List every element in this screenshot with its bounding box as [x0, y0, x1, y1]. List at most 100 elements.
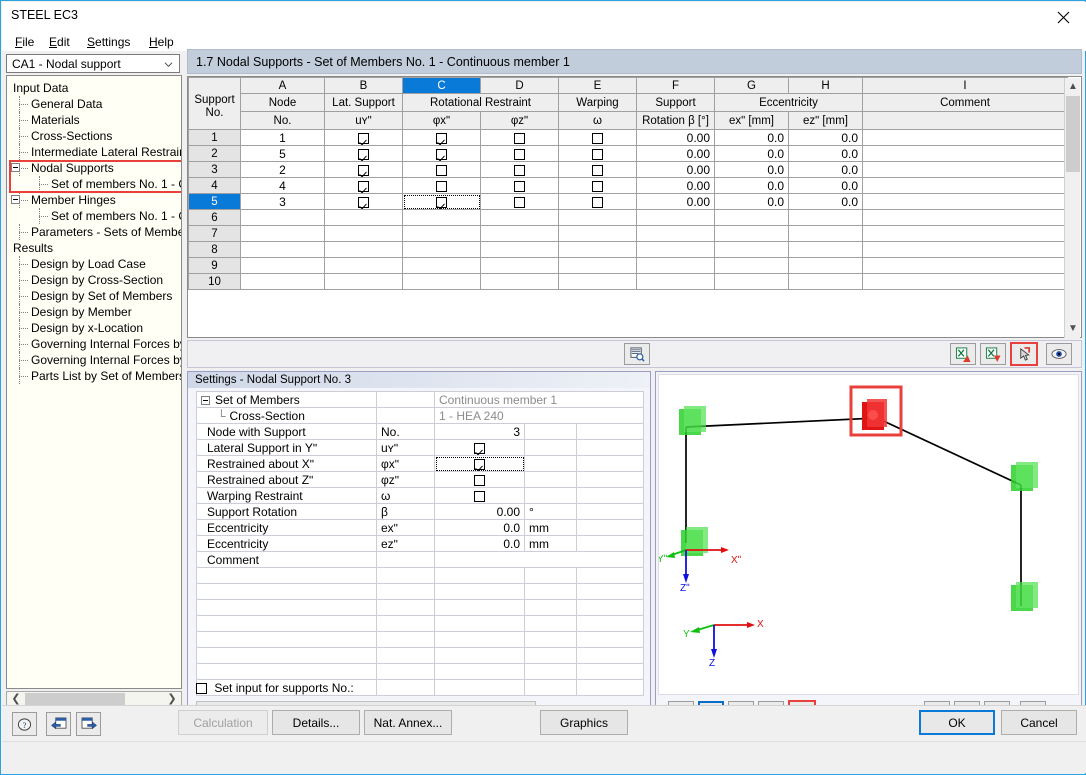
settings-row-value[interactable] — [435, 488, 525, 504]
tree-item-parts-list-by-set-of-members[interactable]: Parts List by Set of Members — [7, 368, 182, 384]
tree-item-cross-sections[interactable]: Cross-Sections — [7, 128, 182, 144]
cell-warping[interactable] — [559, 242, 637, 258]
cell-eccentricity-ez[interactable]: 0.0 — [789, 178, 863, 194]
cell-rotational-restraint-z[interactable] — [481, 162, 559, 178]
menu-item-help[interactable]: Help — [143, 34, 180, 50]
checkbox[interactable] — [514, 149, 525, 160]
settings-expander[interactable] — [201, 396, 210, 405]
row-header[interactable]: 10 — [189, 274, 241, 290]
load-case-select[interactable]: CA1 - Nodal support — [6, 54, 180, 73]
column-header-B[interactable]: B — [325, 78, 403, 94]
cell-node-no[interactable]: 5 — [241, 146, 325, 162]
row-header[interactable]: 5 — [189, 194, 241, 210]
tree-expander[interactable] — [11, 163, 20, 172]
checkbox[interactable] — [358, 165, 369, 176]
close-icon[interactable] — [1040, 2, 1086, 32]
cell-comment[interactable] — [863, 194, 1068, 210]
cell-lateral-support[interactable] — [325, 274, 403, 290]
caret-down-icon[interactable]: ▼ — [1066, 321, 1080, 337]
previous-page-icon[interactable] — [46, 712, 71, 736]
cell-warping[interactable] — [559, 210, 637, 226]
row-header[interactable]: 4 — [189, 178, 241, 194]
checkbox[interactable] — [514, 133, 525, 144]
tree-item-design-by-x-location[interactable]: Design by x-Location — [7, 320, 182, 336]
cell-lateral-support[interactable] — [325, 162, 403, 178]
cell-node-no[interactable] — [241, 274, 325, 290]
settings-row-value[interactable] — [435, 552, 644, 568]
cell-support-rotation[interactable]: 0.00 — [637, 146, 715, 162]
column-header-I[interactable]: I — [863, 78, 1068, 94]
cell-support-rotation[interactable] — [637, 274, 715, 290]
cell-rotational-restraint-x[interactable] — [403, 210, 481, 226]
column-header-H[interactable]: H — [789, 78, 863, 94]
checkbox[interactable] — [592, 197, 603, 208]
cell-rotational-restraint-x[interactable] — [403, 130, 481, 146]
tree-item-governing-internal-forces-by-s[interactable]: Governing Internal Forces by S — [7, 352, 182, 368]
cell-rotational-restraint-x[interactable] — [403, 226, 481, 242]
cell-lateral-support[interactable] — [325, 226, 403, 242]
cell-lateral-support[interactable] — [325, 178, 403, 194]
cell-rotational-restraint-z[interactable] — [481, 210, 559, 226]
cell-warping[interactable] — [559, 194, 637, 210]
tree-item-design-by-cross-section[interactable]: Design by Cross-Section — [7, 272, 182, 288]
checkbox[interactable] — [358, 181, 369, 192]
tree-item-parameters-sets-of-members[interactable]: Parameters - Sets of Members — [7, 224, 182, 240]
cell-rotational-restraint-z[interactable] — [481, 194, 559, 210]
row-header[interactable]: 7 — [189, 226, 241, 242]
cancel-button[interactable]: Cancel — [1001, 710, 1077, 735]
cell-rotational-restraint-z[interactable] — [481, 146, 559, 162]
tree-item-design-by-set-of-members[interactable]: Design by Set of Members — [7, 288, 182, 304]
tree-expander[interactable] — [11, 195, 20, 204]
cell-eccentricity-ex[interactable]: 0.0 — [715, 162, 789, 178]
export-excel-up-icon[interactable] — [950, 343, 976, 365]
cell-eccentricity-ez[interactable]: 0.0 — [789, 162, 863, 178]
checkbox[interactable] — [436, 197, 447, 208]
checkbox[interactable] — [474, 475, 485, 486]
settings-properties-table[interactable]: Set of MembersContinuous member 1└Cross-… — [196, 391, 644, 696]
cell-support-rotation[interactable]: 0.00 — [637, 130, 715, 146]
calculation-button[interactable]: Calculation — [178, 710, 268, 735]
cell-rotational-restraint-z[interactable] — [481, 242, 559, 258]
cell-eccentricity-ez[interactable] — [789, 274, 863, 290]
nodal-supports-table[interactable]: SupportNo.ABCDEFGHINodeLat. SupportRotat… — [187, 76, 1082, 338]
cell-eccentricity-ex[interactable]: 0.0 — [715, 194, 789, 210]
checkbox[interactable] — [358, 197, 369, 208]
checkbox[interactable] — [474, 491, 485, 502]
cell-node-no[interactable]: 2 — [241, 162, 325, 178]
cell-eccentricity-ex[interactable] — [715, 226, 789, 242]
cell-node-no[interactable] — [241, 242, 325, 258]
ok-button[interactable]: OK — [919, 710, 995, 735]
checkbox[interactable] — [592, 165, 603, 176]
model-3d-view[interactable] — [659, 375, 1078, 694]
checkbox[interactable] — [436, 133, 447, 144]
set-input-checkbox[interactable] — [196, 683, 207, 694]
cell-support-rotation[interactable]: 0.00 — [637, 178, 715, 194]
tree-item-input-data[interactable]: Input Data — [7, 80, 182, 96]
settings-row-value[interactable]: 3 — [435, 424, 525, 440]
tree-item-nodal-supports[interactable]: Nodal Supports — [7, 160, 182, 176]
tree-item-design-by-member[interactable]: Design by Member — [7, 304, 182, 320]
checkbox[interactable] — [358, 149, 369, 160]
caret-up-icon[interactable]: ▲ — [1066, 79, 1080, 95]
cell-support-rotation[interactable] — [637, 258, 715, 274]
cell-lateral-support[interactable] — [325, 130, 403, 146]
row-header[interactable]: 1 — [189, 130, 241, 146]
checkbox[interactable] — [592, 149, 603, 160]
cell-node-no[interactable]: 3 — [241, 194, 325, 210]
tree-item-member-hinges[interactable]: Member Hinges — [7, 192, 182, 208]
cell-rotational-restraint-z[interactable] — [481, 274, 559, 290]
column-header-F[interactable]: F — [637, 78, 715, 94]
cell-rotational-restraint-x[interactable] — [403, 146, 481, 162]
checkbox[interactable] — [514, 197, 525, 208]
cell-eccentricity-ex[interactable] — [715, 258, 789, 274]
cell-support-rotation[interactable] — [637, 226, 715, 242]
checkbox[interactable] — [592, 181, 603, 192]
cell-lateral-support[interactable] — [325, 146, 403, 162]
cell-warping[interactable] — [559, 178, 637, 194]
table-view-icon[interactable] — [624, 343, 650, 365]
cell-node-no[interactable] — [241, 210, 325, 226]
cell-rotational-restraint-x[interactable] — [403, 274, 481, 290]
menu-item-file[interactable]: File — [9, 34, 40, 50]
checkbox[interactable] — [436, 181, 447, 192]
import-excel-down-icon[interactable] — [980, 343, 1006, 365]
